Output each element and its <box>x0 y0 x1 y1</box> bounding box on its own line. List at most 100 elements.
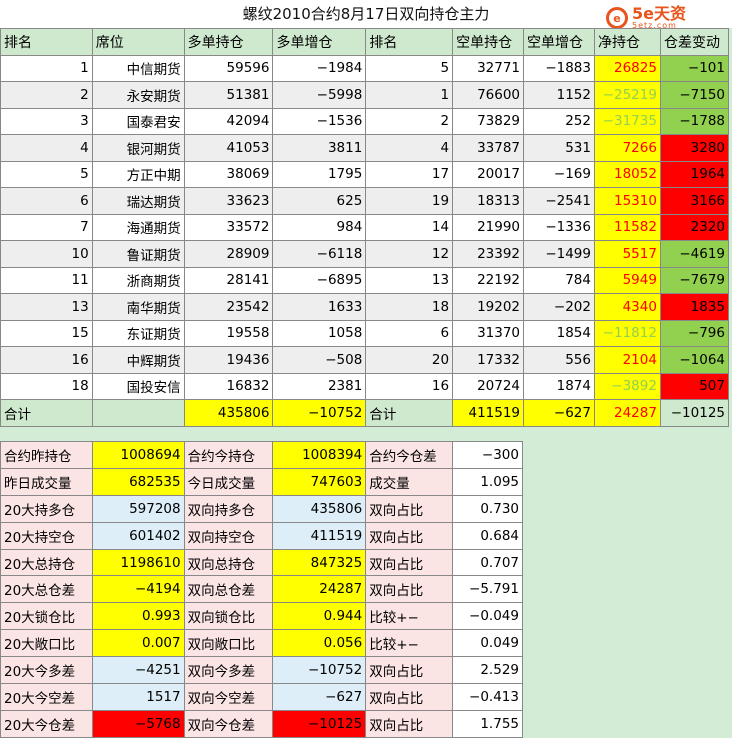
table-row: 18 国投安信 16832 2381 16 20724 1874 −3892 507 <box>0 372 730 400</box>
rank-long-cell: 15 <box>0 319 93 347</box>
total-long-change: −10752 <box>272 399 367 427</box>
header-cell: 仓差变动 <box>659 28 730 56</box>
long-change-cell: −6895 <box>272 266 367 294</box>
short-change-cell: 1874 <box>523 372 595 400</box>
long-change-cell: 2381 <box>272 372 367 400</box>
summary-label: 双向今仓差 <box>183 709 274 738</box>
summary-label: 双向持多仓 <box>183 494 274 523</box>
summary-label: 合约今持仓 <box>183 441 274 469</box>
total-empty <box>91 399 185 427</box>
summary-label: 合约昨持仓 <box>0 441 93 469</box>
rank-long-cell: 2 <box>0 81 93 109</box>
short-change-cell: 252 <box>523 107 595 135</box>
diff-change-cell: −7679 <box>659 266 730 294</box>
rank-short-cell: 6 <box>365 319 454 347</box>
rank-short-cell: 14 <box>365 213 454 241</box>
summary-label: 合约今仓差 <box>365 441 454 469</box>
short-position-cell: 31370 <box>452 319 525 347</box>
net-position-cell: −11812 <box>593 319 661 347</box>
summary-label: 双向总持仓 <box>183 548 274 577</box>
broker-name-cell: 中信期货 <box>91 54 185 82</box>
summary-ratio: 1.095 <box>452 467 523 496</box>
broker-name-cell: 银河期货 <box>91 134 185 162</box>
broker-name-cell: 东证期货 <box>91 319 185 347</box>
summary-value: 682535 <box>91 467 185 496</box>
diff-change-cell: 507 <box>659 372 730 400</box>
diff-change-cell: −796 <box>659 319 730 347</box>
summary-label: 双向总仓差 <box>183 575 274 604</box>
summary-row: 昨日成交量 682535 今日成交量 747603 成交量 1.095 <box>0 467 523 496</box>
summary-label: 双向占比 <box>365 521 454 550</box>
long-change-cell: −508 <box>272 346 367 374</box>
long-position-cell: 33623 <box>183 187 274 215</box>
short-change-cell: −1499 <box>523 240 595 268</box>
header-cell: 排名 <box>365 28 454 56</box>
broker-name-cell: 鲁证期货 <box>91 240 185 268</box>
table-row: 16 中辉期货 19436 −508 20 17332 556 2104 −1064 <box>0 346 730 374</box>
summary-value: −5768 <box>91 709 185 738</box>
total-net: 24287 <box>593 399 661 427</box>
summary-value: −4194 <box>91 575 185 604</box>
header-cell: 多单持仓 <box>183 28 274 56</box>
table-row: 4 银河期货 41053 3811 4 33787 531 7266 3280 <box>0 134 730 162</box>
short-position-cell: 22192 <box>452 266 525 294</box>
short-position-cell: 33787 <box>452 134 525 162</box>
short-change-cell: 1152 <box>523 81 595 109</box>
summary-row: 20大锁仓比 0.993 双向锁仓比 0.944 比较+− −0.049 <box>0 602 523 631</box>
short-change-cell: 556 <box>523 346 595 374</box>
summary-row: 合约昨持仓 1008694 合约今持仓 1008394 合约今仓差 −300 <box>0 441 523 469</box>
summary-label: 20大今仓差 <box>0 709 93 738</box>
diff-change-cell: −1788 <box>659 107 730 135</box>
rank-long-cell: 5 <box>0 160 93 188</box>
summary-value: 0.056 <box>272 629 367 658</box>
summary-value: 847325 <box>272 548 367 577</box>
long-change-cell: 625 <box>272 187 367 215</box>
summary-label: 双向今多差 <box>183 656 274 685</box>
diff-change-cell: 2320 <box>659 213 730 241</box>
broker-name-cell: 方正中期 <box>91 160 185 188</box>
broker-name-cell: 国泰君安 <box>91 107 185 135</box>
summary-label: 双向占比 <box>365 683 454 711</box>
summary-value: −10125 <box>272 709 367 738</box>
summary-label: 20大持多仓 <box>0 494 93 523</box>
summary-value: 24287 <box>272 575 367 604</box>
summary-value: 747603 <box>272 467 367 496</box>
broker-name-cell: 中辉期货 <box>91 346 185 374</box>
short-position-cell: 76600 <box>452 81 525 109</box>
summary-label: 双向敞口比 <box>183 629 274 658</box>
rank-long-cell: 13 <box>0 293 93 321</box>
short-change-cell: 531 <box>523 134 595 162</box>
summary-value: 1517 <box>91 683 185 711</box>
summary-label: 双向占比 <box>365 656 454 685</box>
diff-change-cell: −1064 <box>659 346 730 374</box>
long-change-cell: 1633 <box>272 293 367 321</box>
long-position-cell: 41053 <box>183 134 274 162</box>
summary-value: 1008394 <box>272 441 367 469</box>
summary-value: 601402 <box>91 521 185 550</box>
summary-label: 双向占比 <box>365 494 454 523</box>
short-position-cell: 17332 <box>452 346 525 374</box>
long-position-cell: 28909 <box>183 240 274 268</box>
diff-change-cell: 1964 <box>659 160 730 188</box>
table-row: 6 瑞达期货 33623 625 19 18313 −2541 15310 3166 <box>0 187 730 215</box>
header-cell: 多单增仓 <box>272 28 367 56</box>
diff-change-cell: −101 <box>659 54 730 82</box>
summary-label: 20大锁仓比 <box>0 602 93 631</box>
header-cell: 净持仓 <box>593 28 661 56</box>
summary-label: 20大持空仓 <box>0 521 93 550</box>
diff-change-cell: −7150 <box>659 81 730 109</box>
long-change-cell: −6118 <box>272 240 367 268</box>
short-position-cell: 21990 <box>452 213 525 241</box>
summary-ratio: −0.413 <box>452 683 523 711</box>
summary-row: 20大持多仓 597208 双向持多仓 435806 双向占比 0.730 <box>0 494 523 523</box>
short-change-cell: 1854 <box>523 319 595 347</box>
summary-value: 435806 <box>272 494 367 523</box>
long-position-cell: 19436 <box>183 346 274 374</box>
net-position-cell: −25219 <box>593 81 661 109</box>
long-position-cell: 51381 <box>183 81 274 109</box>
summary-row: 20大总仓差 −4194 双向总仓差 24287 双向占比 −5.791 <box>0 575 523 604</box>
rank-short-cell: 16 <box>365 372 454 400</box>
short-change-cell: −1883 <box>523 54 595 82</box>
net-position-cell: 18052 <box>593 160 661 188</box>
summary-ratio: 0.684 <box>452 521 523 550</box>
